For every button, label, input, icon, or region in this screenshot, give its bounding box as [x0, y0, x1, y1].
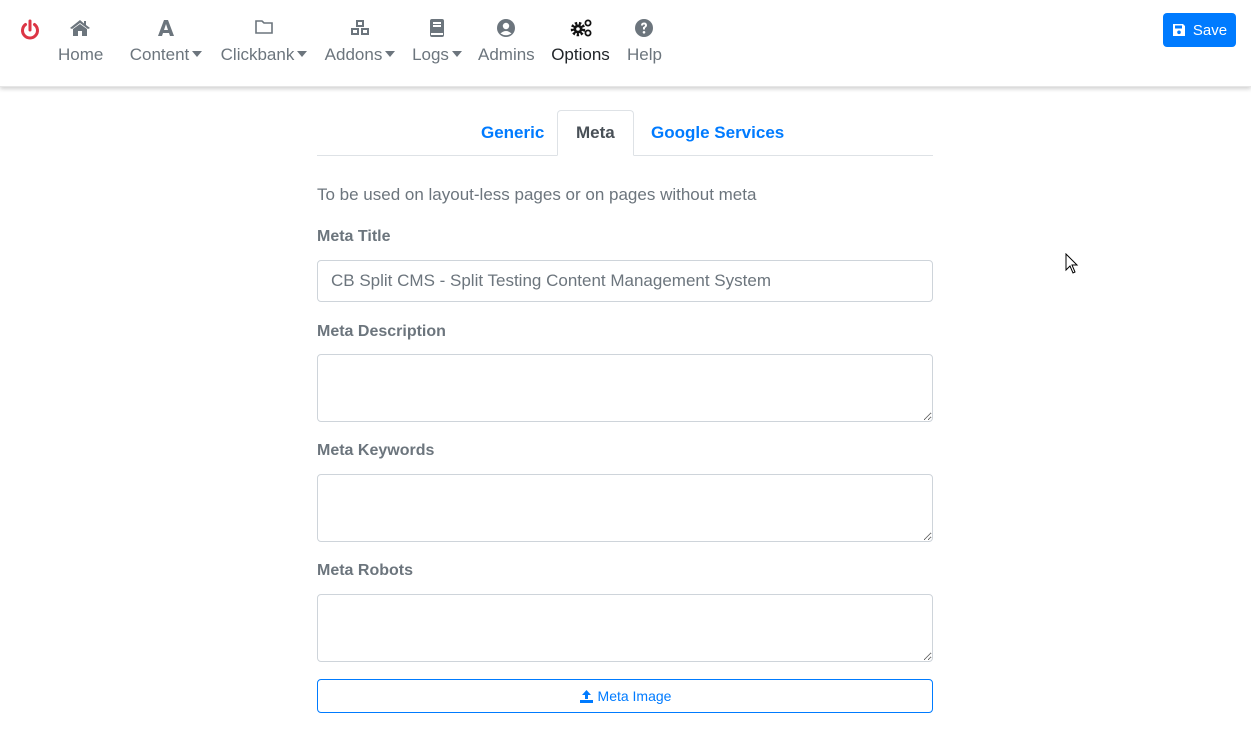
- caret-down-icon: [451, 50, 462, 57]
- meta-title-input[interactable]: [317, 260, 933, 302]
- nav-content-label: Content: [129, 45, 190, 64]
- mouse-cursor-icon: [1065, 253, 1079, 274]
- nav-logs[interactable]: Logs: [412, 18, 462, 65]
- nav-admins[interactable]: Admins: [478, 18, 535, 65]
- tab-google-services[interactable]: Google Services: [632, 110, 803, 156]
- meta-image-upload-button[interactable]: Meta Image: [317, 679, 933, 713]
- meta-keywords-label: Meta Keywords: [317, 442, 435, 459]
- meta-robots-textarea[interactable]: [317, 594, 933, 662]
- nav-addons-label: Addons: [324, 45, 383, 64]
- nav-options[interactable]: Options: [551, 18, 610, 65]
- nav-help[interactable]: Help: [627, 18, 662, 65]
- meta-robots-label: Meta Robots: [317, 562, 413, 579]
- folder-icon: [255, 20, 273, 34]
- caret-down-icon: [297, 50, 308, 57]
- nav-logs-label: Logs: [412, 45, 449, 64]
- nav-admins-label: Admins: [478, 45, 535, 64]
- nav-home-label: Home: [58, 45, 104, 64]
- nav-addons[interactable]: Addons: [324, 18, 396, 65]
- caret-down-icon: [192, 50, 203, 57]
- nav-home[interactable]: Home: [58, 18, 104, 65]
- logout-button[interactable]: [18, 18, 42, 42]
- tab-meta[interactable]: Meta: [557, 110, 634, 156]
- tab-generic[interactable]: Generic: [462, 110, 563, 156]
- save-button[interactable]: Save: [1163, 13, 1236, 47]
- meta-title-label: Meta Title: [317, 228, 391, 245]
- book-icon: [430, 19, 444, 37]
- nav-help-label: Help: [627, 45, 662, 64]
- user-circle-icon: [497, 19, 515, 37]
- caret-down-icon: [385, 50, 396, 57]
- save-icon: [1172, 24, 1185, 36]
- options-panel: Generic Meta Google Services To be used …: [317, 110, 933, 713]
- nav-clickbank-label: Clickbank: [220, 45, 295, 64]
- meta-keywords-textarea[interactable]: [317, 474, 933, 542]
- meta-description-label: Meta Description: [317, 323, 446, 340]
- font-icon: [158, 20, 174, 36]
- meta-intro-text: To be used on layout-less pages or on pa…: [317, 185, 757, 204]
- cubes-icon: [351, 20, 369, 35]
- home-icon: [70, 20, 90, 36]
- upload-icon: [579, 689, 593, 703]
- meta-image-label: Meta Image: [597, 688, 672, 704]
- nav-options-label: Options: [551, 45, 610, 64]
- cogs-icon: [570, 19, 591, 37]
- meta-description-textarea[interactable]: [317, 354, 933, 422]
- options-tabs: Generic Meta Google Services: [317, 110, 933, 156]
- save-button-label: Save: [1192, 21, 1228, 39]
- nav-content[interactable]: Content: [129, 18, 203, 65]
- nav-clickbank[interactable]: Clickbank: [220, 18, 308, 65]
- power-icon: [21, 19, 39, 40]
- question-circle-icon: [635, 19, 653, 37]
- top-navbar: Home Content Clickbank Addons Logs Admin…: [0, 0, 1251, 87]
